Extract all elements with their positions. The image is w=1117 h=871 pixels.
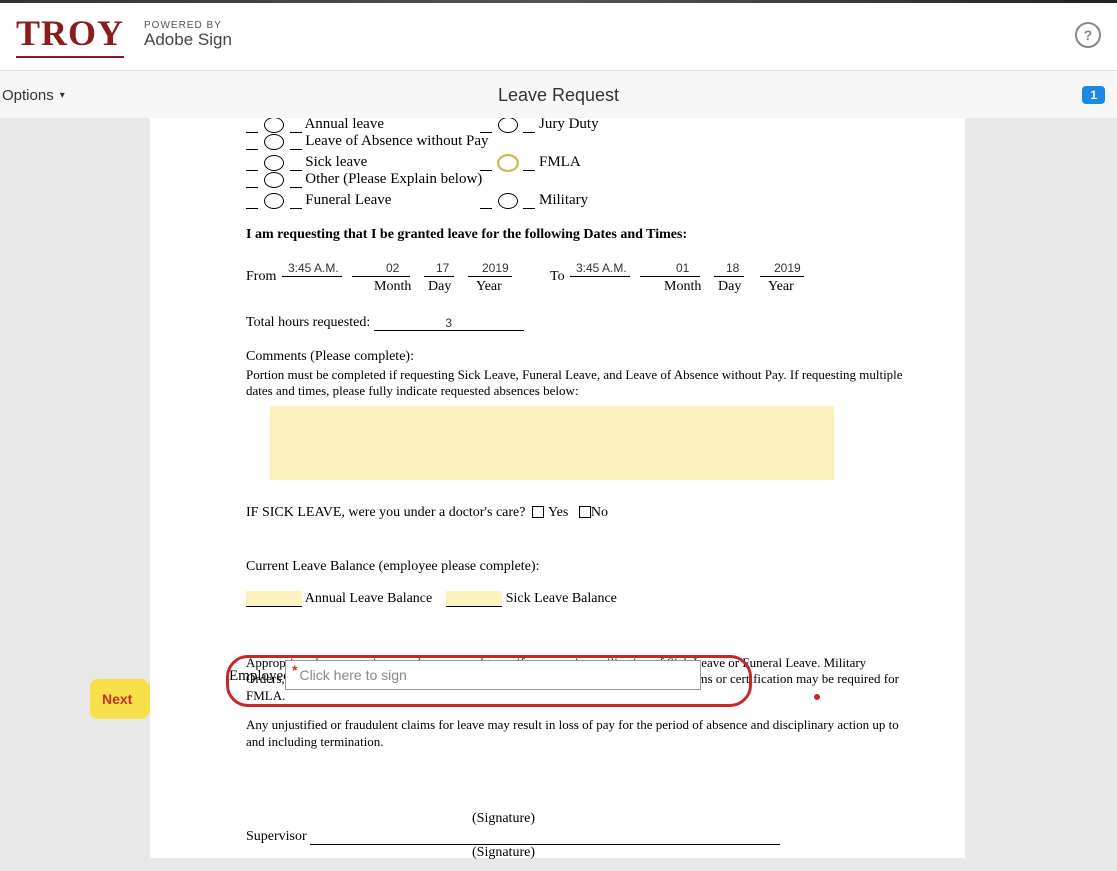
to-year-cap: Year xyxy=(768,279,794,295)
to-month-cap: Month xyxy=(664,279,701,295)
comments-title: Comments (Please complete): xyxy=(246,349,905,365)
options-menu[interactable]: Options ▾ xyxy=(0,87,65,104)
yes-label: Yes xyxy=(548,505,568,520)
dates-row: From 3:45 A.M. 02 Month 17 Day 2019 Year… xyxy=(246,253,905,293)
from-day[interactable]: 17 xyxy=(436,261,449,275)
doctor-no-checkbox[interactable] xyxy=(579,506,591,518)
sick-question: IF SICK LEAVE, were you under a doctor's… xyxy=(246,505,525,520)
leave-type-military: Military xyxy=(539,192,588,208)
balance-row: Annual Leave Balance Sick Leave Balance xyxy=(246,591,905,607)
sick-balance-input[interactable] xyxy=(446,591,502,607)
from-day-cap: Day xyxy=(428,279,451,295)
toolbar: Options ▾ Leave Request 1 xyxy=(0,71,1117,120)
signature-placeholder: Click here to sign xyxy=(299,667,406,683)
page-content: Annual leave Jury Duty Leave of Absence … xyxy=(246,118,905,871)
help-icon[interactable]: ? xyxy=(1075,22,1101,48)
brand-logo: TROY xyxy=(16,12,124,58)
hours-row: Total hours requested: 3 xyxy=(246,315,905,331)
from-label: From xyxy=(246,269,276,285)
top-bar: TROY POWERED BY Adobe Sign ? xyxy=(0,0,1117,71)
request-statement: I am requesting that I be granted leave … xyxy=(246,227,905,243)
to-day[interactable]: 18 xyxy=(726,261,739,275)
leave-type-jury: Jury Duty xyxy=(539,118,599,132)
page-indicator[interactable]: 1 xyxy=(1082,86,1105,104)
leave-type-loa: Leave of Absence without Pay xyxy=(305,133,488,149)
required-asterisk-icon: * xyxy=(292,662,297,678)
to-time[interactable]: 3:45 A.M. xyxy=(576,261,627,275)
document-title: Leave Request xyxy=(498,85,619,106)
disclaimer-2: Any unjustified or fraudulent claims for… xyxy=(246,717,905,751)
leave-type-row-1: Annual leave Jury Duty Leave of Absence … xyxy=(246,118,905,150)
annual-balance-label: Annual Leave Balance xyxy=(305,591,433,606)
leave-type-row-2: Sick leave FMLA Other (Please Explain be… xyxy=(246,154,905,188)
document-page: Annual leave Jury Duty Leave of Absence … xyxy=(150,118,965,858)
leave-type-sick: Sick leave xyxy=(305,154,367,170)
annotation-dot-icon xyxy=(814,694,820,700)
balance-title: Current Leave Balance (employee please c… xyxy=(246,559,905,575)
doctor-yes-checkbox[interactable] xyxy=(532,506,544,518)
to-month[interactable]: 01 xyxy=(676,261,689,275)
hours-label: Total hours requested: xyxy=(246,315,370,330)
comments-textarea[interactable] xyxy=(270,406,834,480)
next-field-pointer[interactable]: Next xyxy=(90,679,144,719)
sick-balance-label: Sick Leave Balance xyxy=(506,591,617,606)
leave-type-funeral: Funeral Leave xyxy=(305,192,391,208)
from-year[interactable]: 2019 xyxy=(482,261,509,275)
leave-type-fmla: FMLA xyxy=(539,154,581,170)
supervisor-signature-row: Supervisor xyxy=(246,829,905,845)
comments-note: Portion must be completed if requesting … xyxy=(246,367,905,400)
sick-question-row: IF SICK LEAVE, were you under a doctor's… xyxy=(246,505,905,521)
from-time[interactable]: 3:45 A.M. xyxy=(288,261,339,275)
from-month-cap: Month xyxy=(374,279,411,295)
powered-by-product: Adobe Sign xyxy=(144,31,232,50)
leave-type-other: Other (Please Explain below) xyxy=(305,171,482,187)
from-month[interactable]: 02 xyxy=(386,261,399,275)
options-label: Options xyxy=(2,87,54,104)
employee-label: Employee xyxy=(229,668,290,685)
hours-input[interactable]: 3 xyxy=(374,316,524,331)
leave-type-row-3: Funeral Leave Military xyxy=(246,192,905,209)
from-year-cap: Year xyxy=(476,279,502,295)
to-year[interactable]: 2019 xyxy=(774,261,801,275)
supervisor-signature-caption: (Signature) xyxy=(472,845,905,861)
fmla-radio[interactable] xyxy=(498,155,518,171)
employee-signature-field[interactable]: * Click here to sign xyxy=(285,660,701,690)
annual-balance-input[interactable] xyxy=(246,591,302,607)
powered-by: POWERED BY Adobe Sign xyxy=(144,20,232,50)
supervisor-label: Supervisor xyxy=(246,829,307,844)
document-viewport: Next Annual leave Jury Duty Leave of Abs… xyxy=(0,118,1117,871)
to-day-cap: Day xyxy=(718,279,741,295)
no-label: No xyxy=(591,505,608,520)
employee-signature-highlight: Employee * Click here to sign xyxy=(226,655,752,707)
chevron-down-icon: ▾ xyxy=(60,90,65,101)
employee-signature-caption: (Signature) xyxy=(472,811,905,827)
next-label: Next xyxy=(102,691,132,707)
to-label: To xyxy=(550,269,565,285)
leave-type-annual: Annual leave xyxy=(304,118,384,132)
